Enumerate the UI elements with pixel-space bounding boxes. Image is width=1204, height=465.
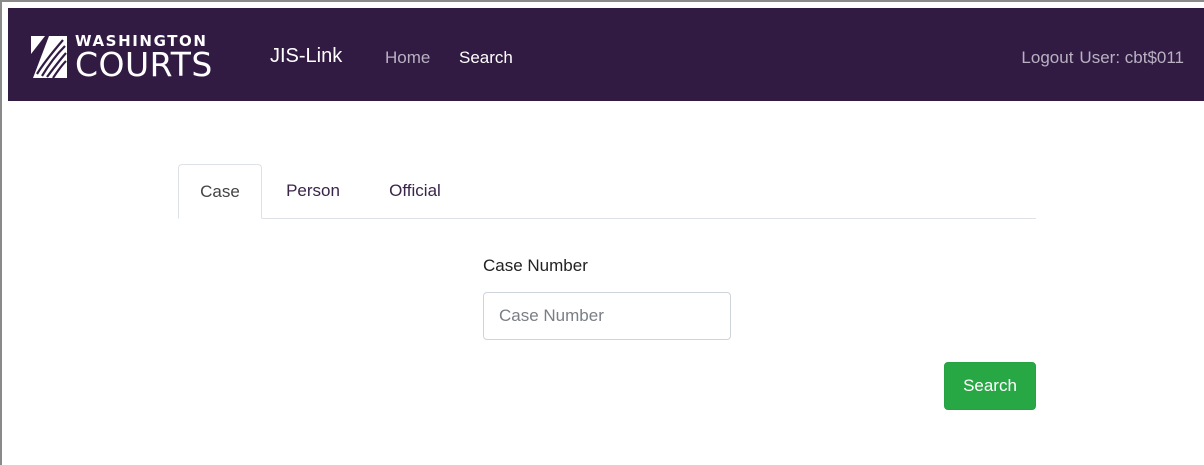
tab-person[interactable]: Person (281, 164, 345, 218)
search-button[interactable]: Search (944, 362, 1036, 410)
search-tabs: Case Person Official (178, 164, 1036, 219)
logout-link[interactable]: Logout (1021, 48, 1073, 68)
washington-courts-logo[interactable]: WASHINGTON COURTS (29, 27, 213, 87)
case-number-label: Case Number (483, 256, 588, 275)
nav-link-search[interactable]: Search (459, 48, 513, 68)
washington-courts-logo-icon (31, 36, 67, 79)
top-navbar: WASHINGTON COURTS JIS-Link Home Search L… (8, 8, 1204, 101)
app-name[interactable]: JIS-Link (270, 45, 342, 68)
logo-text-courts: COURTS (75, 45, 213, 84)
user-label: User: cbt$011 (1079, 48, 1184, 67)
case-number-input[interactable] (483, 292, 731, 340)
tab-case[interactable]: Case (178, 164, 262, 219)
user-area: Logout User: cbt$011 (1021, 48, 1184, 68)
tab-official[interactable]: Official (383, 164, 447, 218)
nav-link-home[interactable]: Home (385, 48, 430, 68)
